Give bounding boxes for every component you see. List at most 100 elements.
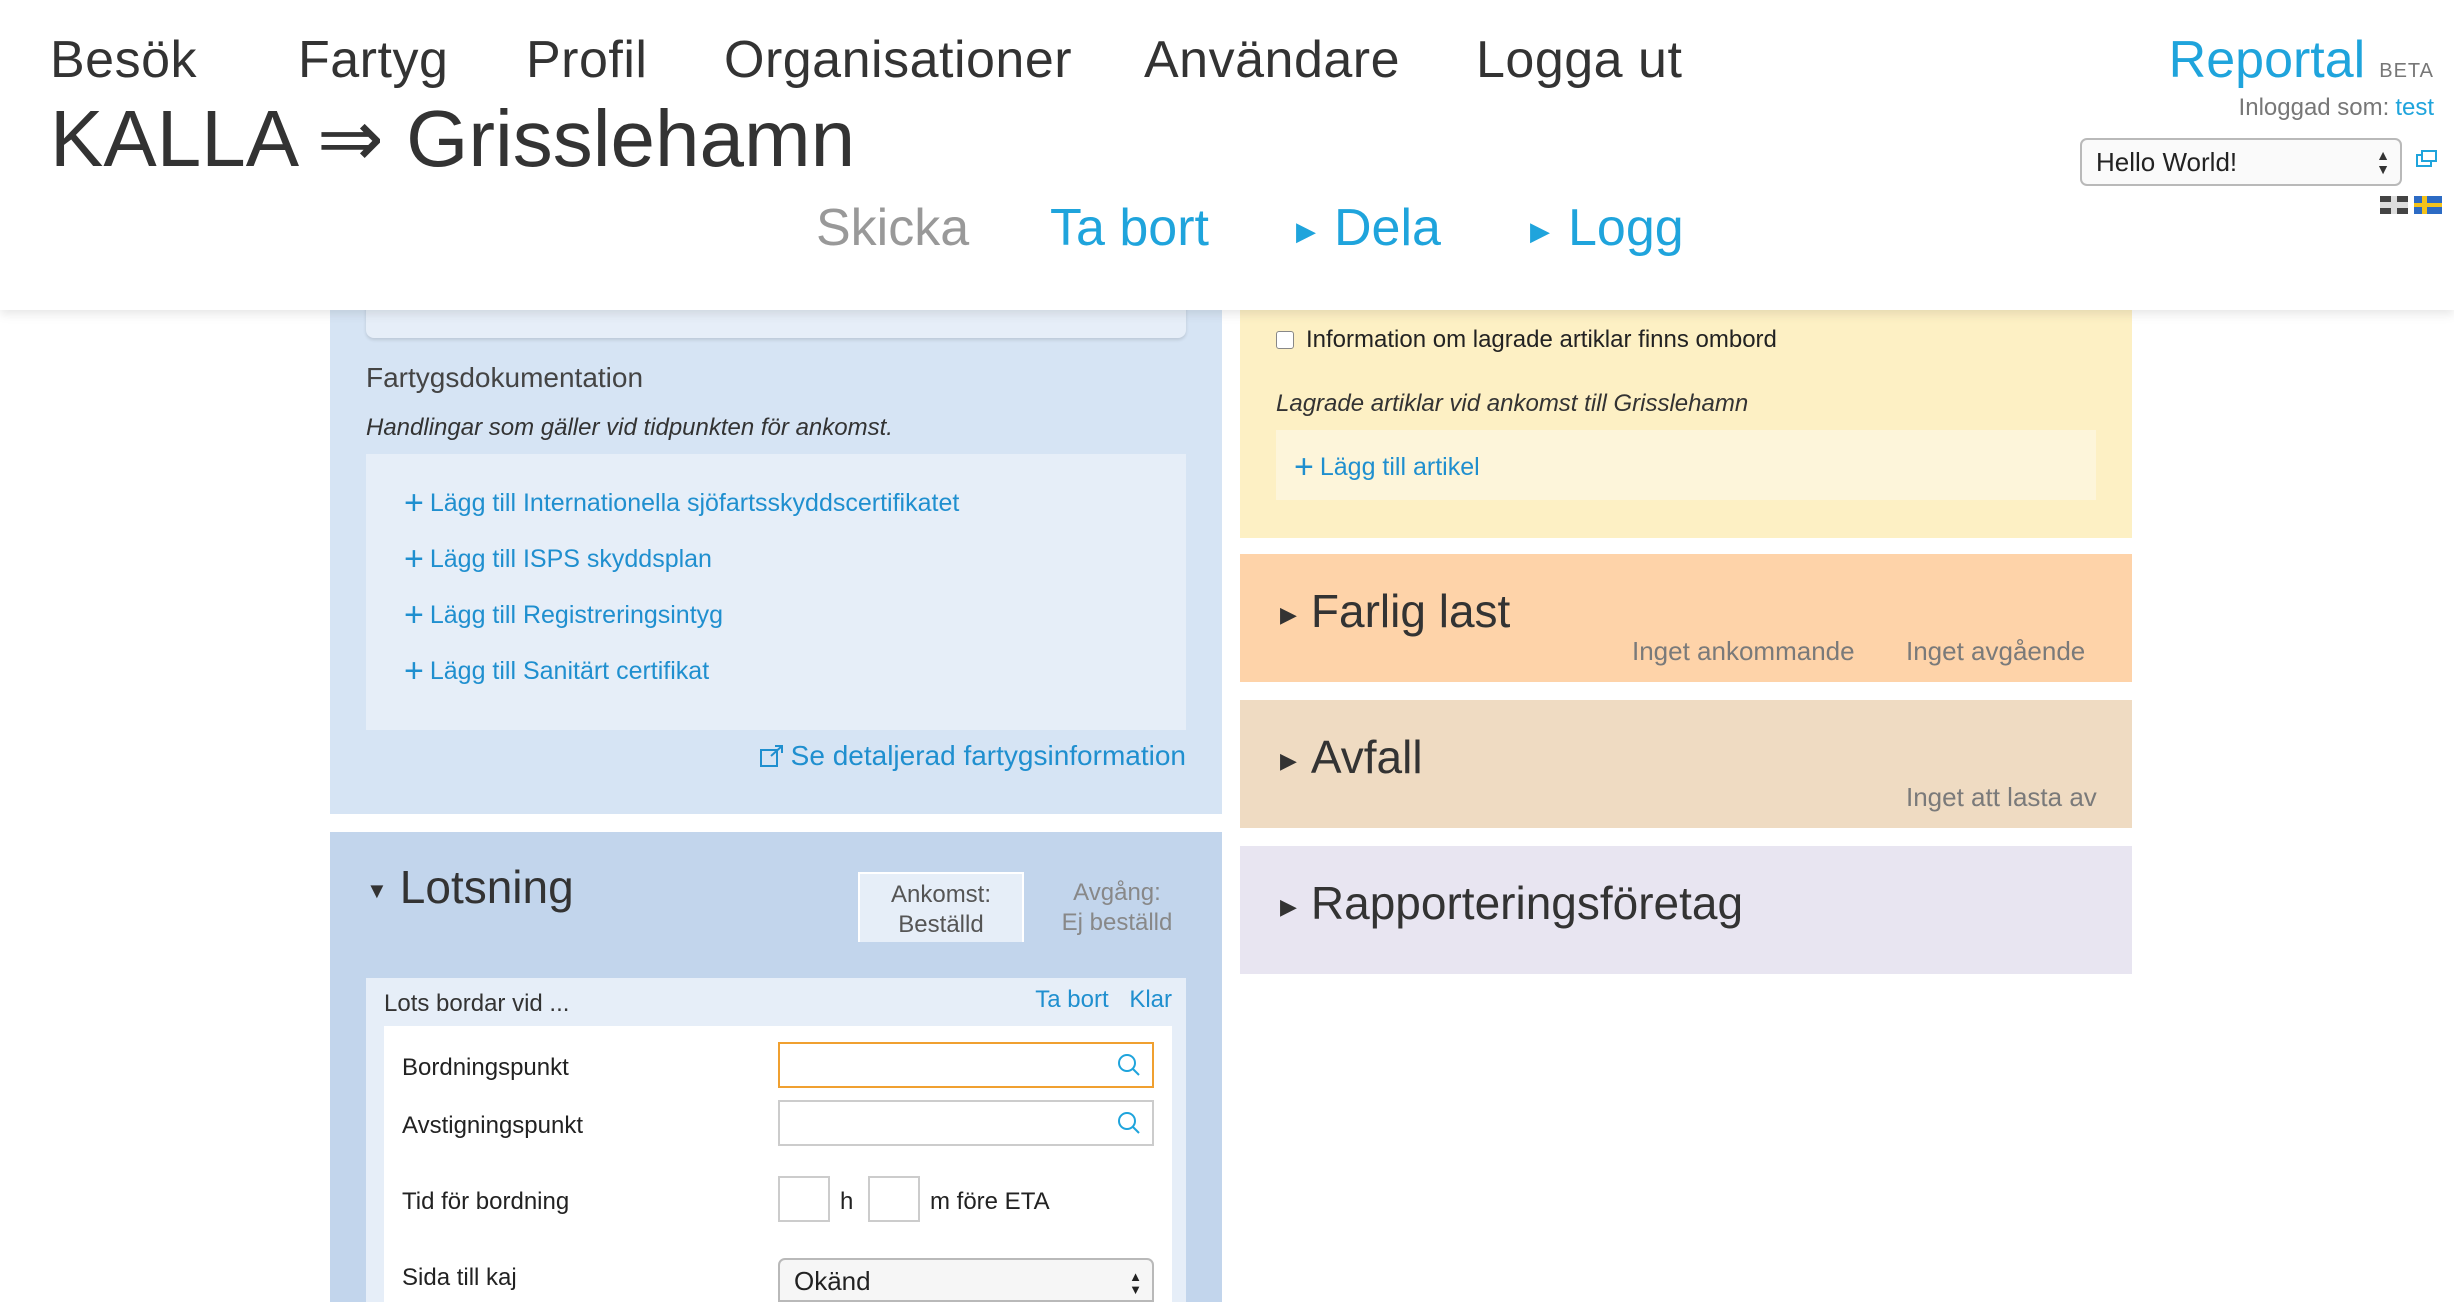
waste-title: Avfall: [1310, 731, 1423, 783]
plus-icon: +: [404, 596, 424, 634]
english-flag-icon[interactable]: [2380, 196, 2408, 214]
delete-button[interactable]: Ta bort: [1050, 198, 1209, 258]
boarding-point-input[interactable]: [778, 1042, 1154, 1088]
search-icon: [1118, 1112, 1140, 1134]
tab-departure-value: Ej beställd: [1061, 909, 1173, 936]
page-title: KALLA ⇒ Grisslehamn: [50, 94, 856, 183]
nav-users[interactable]: Användare: [1144, 30, 1400, 90]
beta-badge: BETA: [2379, 60, 2434, 82]
waste-toggle[interactable]: ▶ Avfall: [1280, 730, 1423, 784]
add-security-certificate-link[interactable]: + Lägg till Internationella sjöfartsskydd…: [404, 484, 959, 523]
caret-right-icon: ▶: [1280, 747, 1297, 773]
disembark-point-label: Avstigningspunkt: [402, 1112, 584, 1139]
boarding-point-label: Bordningspunkt: [402, 1054, 569, 1081]
organisation-select[interactable]: Hello World! ▲ ▼: [2080, 138, 2402, 186]
add-article-link[interactable]: + Lägg till artikel: [1294, 448, 1480, 487]
login-info: Inloggad som: test: [2239, 94, 2434, 122]
brand-name: Reportal: [2168, 31, 2366, 89]
add-registration-link[interactable]: + Lägg till Registreringsintyg: [404, 596, 723, 635]
link-label: Lägg till Registreringsintyg: [429, 601, 724, 629]
nav-logout[interactable]: Logga ut: [1476, 30, 1682, 90]
waste-status: Inget att lasta av: [1906, 782, 2097, 812]
dangerous-cargo-title: Farlig last: [1310, 585, 1511, 637]
add-article-label: Lägg till artikel: [1319, 453, 1480, 481]
popout-window-icon[interactable]: [2416, 150, 2438, 168]
login-label: Inloggad som:: [2238, 94, 2390, 121]
pilot-remove-link[interactable]: Ta bort: [1035, 986, 1108, 1013]
tab-arrival[interactable]: Ankomst: Beställd: [858, 872, 1024, 944]
reporting-company-toggle[interactable]: ▶ Rapporteringsföretag: [1280, 876, 1743, 930]
swedish-flag-icon[interactable]: [2414, 196, 2442, 214]
add-sanitary-certificate-link[interactable]: + Lägg till Sanitärt certifikat: [404, 652, 709, 691]
pilotage-header: ▼ Lotsning Ankomst: Beställd Avgång: Ej b…: [330, 832, 1222, 944]
caret-right-icon: ▶: [1296, 215, 1316, 246]
stored-items-subheading: Lagrade artiklar vid ankomst till Grissl…: [1276, 390, 1749, 417]
nav-vessels[interactable]: Fartyg: [298, 30, 448, 90]
stored-items-panel: Information om lagrade artiklar finns om…: [1240, 300, 2132, 538]
select-arrows-icon: ▲ ▼: [2376, 147, 2390, 177]
ship-docs-heading: Fartygsdokumentation: [366, 362, 644, 393]
quay-side-label: Sida till kaj: [402, 1264, 517, 1291]
ship-detail-link[interactable]: Se detaljerad fartygsinformation: [759, 740, 1186, 772]
dangerous-cargo-panel: ▶ Farlig last Inget ankommande Inget avgå…: [1240, 554, 2132, 682]
ship-detail-label: Se detaljerad fartygsinformation: [790, 740, 1186, 771]
search-icon: [1118, 1054, 1140, 1076]
minutes-unit: m före ETA: [930, 1188, 1050, 1215]
tab-departure-label: Avgång:: [1073, 879, 1161, 906]
boarding-hours-input[interactable]: [778, 1176, 830, 1222]
brand-logo[interactable]: Reportal BETA: [2169, 30, 2434, 90]
pilot-boarding-actions: Ta bort Klar: [1021, 986, 1172, 1014]
select-arrows-icon: ▲ ▼: [1129, 1269, 1142, 1297]
waste-panel: ▶ Avfall Inget att lasta av: [1240, 700, 2132, 828]
dangerous-incoming-status: Inget ankommande: [1632, 636, 1855, 666]
link-label: Lägg till ISPS skyddsplan: [429, 545, 712, 573]
hours-unit: h: [840, 1188, 854, 1215]
log-label: Logg: [1568, 199, 1684, 257]
caret-right-icon: ▶: [1280, 893, 1297, 919]
plus-icon: +: [404, 540, 424, 578]
dangerous-cargo-toggle[interactable]: ▶ Farlig last: [1280, 584, 1510, 638]
nav-profile[interactable]: Profil: [526, 30, 647, 90]
external-link-icon: [759, 745, 783, 767]
boarding-time-label: Tid för bordning: [402, 1188, 570, 1215]
ship-documentation-panel: Fartygsdokumentation Handlingar som gäll…: [330, 300, 1222, 814]
share-button[interactable]: ▶ Dela: [1296, 198, 1441, 258]
disembark-point-input[interactable]: [778, 1100, 1154, 1146]
reporting-company-title: Rapporteringsföretag: [1310, 877, 1744, 929]
reporting-company-panel: ▶ Rapporteringsföretag: [1240, 846, 2132, 974]
ship-docs-subheading: Handlingar som gäller vid tidpunkten för…: [366, 414, 893, 441]
dangerous-outgoing-status: Inget avgående: [1906, 636, 2086, 666]
pilot-form: Bordningspunkt Avstigningspunkt Tid för …: [384, 1026, 1172, 1302]
pilot-boarding-title: Lots bordar vid ...: [384, 990, 570, 1017]
plus-icon: +: [404, 484, 424, 522]
pilotage-body: Lots bordar vid ... Ta bort Klar Bordnin…: [330, 942, 1222, 1302]
tab-arrival-value: Beställd: [898, 911, 984, 938]
nav-visits[interactable]: Besök: [50, 30, 197, 90]
checkbox-box[interactable]: [1276, 331, 1294, 349]
link-label: Lägg till Internationella sjöfartsskydds…: [429, 489, 960, 517]
send-button[interactable]: Skicka: [816, 198, 969, 258]
pilotage-title: Lotsning: [399, 861, 574, 913]
boarding-minutes-input[interactable]: [868, 1176, 920, 1222]
quay-side-select[interactable]: Okänd ▲ ▼: [778, 1258, 1154, 1302]
pilot-boarding-section: Lots bordar vid ... Ta bort Klar Bordnin…: [366, 978, 1186, 1302]
organisation-select-value: Hello World!: [2096, 146, 2238, 177]
link-label: Lägg till Sanitärt certifikat: [429, 657, 710, 685]
pilotage-toggle[interactable]: ▼ Lotsning: [366, 860, 574, 914]
stored-items-list: + Lägg till artikel: [1276, 430, 2096, 500]
caret-right-icon: ▶: [1280, 601, 1297, 627]
header: Besök Fartyg Profil Organisationer Använ…: [0, 0, 2454, 310]
nav-organisations[interactable]: Organisationer: [724, 30, 1072, 90]
quay-side-value: Okänd: [794, 1266, 871, 1296]
tab-arrival-label: Ankomst:: [890, 881, 992, 908]
stored-items-checkbox-label: Information om lagrade artiklar finns om…: [1306, 326, 1777, 353]
pilot-done-link[interactable]: Klar: [1129, 986, 1172, 1013]
add-isps-plan-link[interactable]: + Lägg till ISPS skyddsplan: [404, 540, 712, 579]
tab-departure[interactable]: Avgång: Ej beställd: [1034, 872, 1200, 944]
log-button[interactable]: ▶ Logg: [1530, 198, 1684, 258]
document-list: + Lägg till Internationella sjöfartsskydd…: [366, 454, 1186, 730]
share-label: Dela: [1334, 199, 1441, 257]
login-user[interactable]: test: [2395, 94, 2434, 121]
caret-down-icon: ▼: [366, 877, 388, 903]
stored-items-checkbox[interactable]: Information om lagrade artiklar finns om…: [1276, 326, 1777, 354]
